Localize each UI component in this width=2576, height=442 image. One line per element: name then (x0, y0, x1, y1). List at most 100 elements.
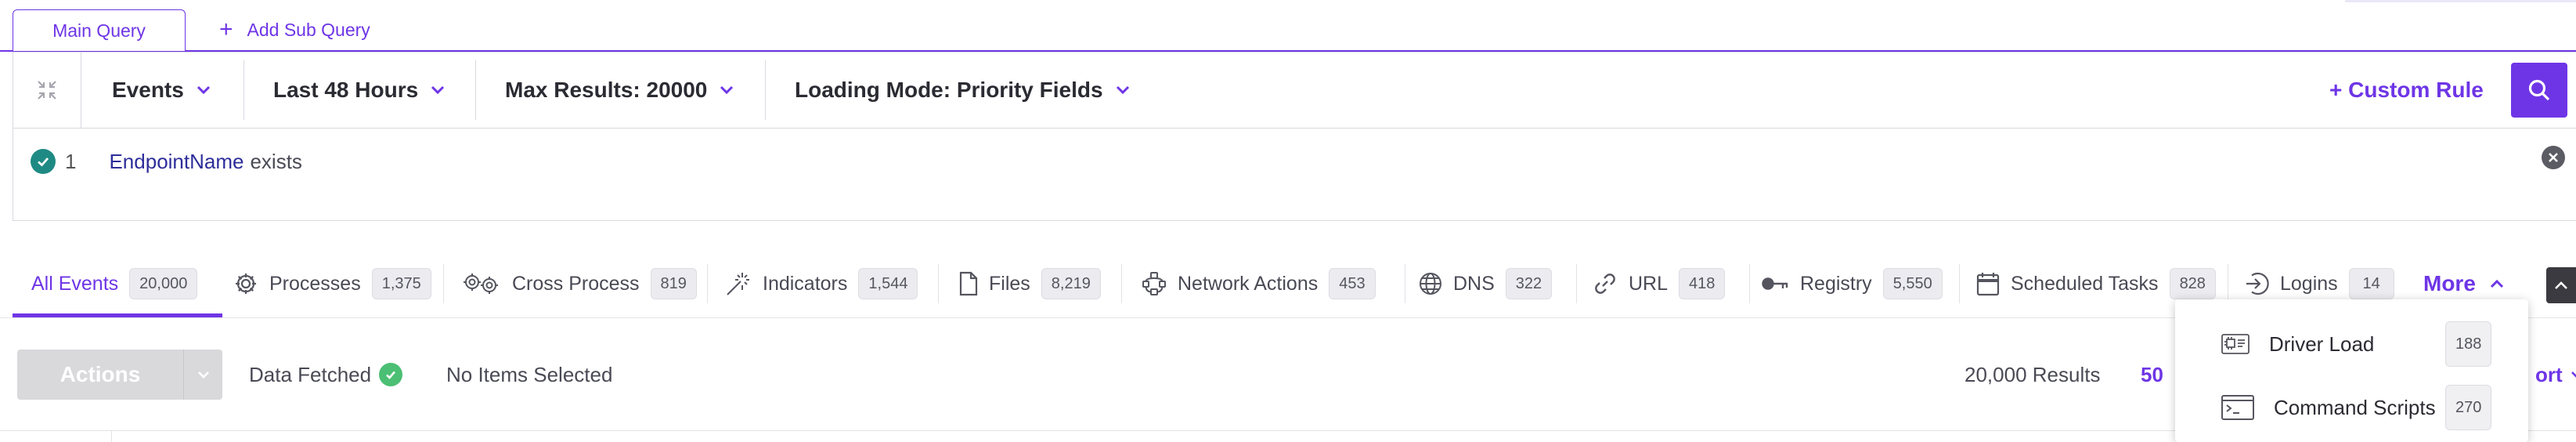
tab-label: Network Actions (1178, 272, 1319, 295)
login-icon (2244, 271, 2269, 296)
rule-enabled-check-icon[interactable] (31, 149, 56, 174)
count-badge: 322 (1505, 268, 1553, 299)
calendar-icon (1976, 271, 2000, 296)
table-column-divider (111, 430, 112, 442)
count-badge: 828 (2169, 268, 2216, 299)
tab-indicators[interactable]: Indicators 1,544 (725, 265, 918, 303)
tab-network-actions[interactable]: Network Actions 453 (1142, 265, 1376, 303)
driver-icon (2221, 332, 2250, 356)
rule-field: EndpointName (109, 149, 244, 173)
tab-all-events[interactable]: All Events 20,000 (31, 265, 198, 303)
time-range-value: Last 48 Hours (273, 78, 419, 102)
tab-main-query-label: Main Query (52, 20, 146, 41)
scroll-top-button[interactable] (2546, 267, 2576, 303)
tab-scheduled-tasks[interactable]: Scheduled Tasks 828 (1976, 265, 2216, 303)
gear-icon (233, 271, 258, 296)
loading-mode-value: Loading Mode: Priority Fields (795, 78, 1103, 102)
count-badge: 270 (2445, 385, 2492, 430)
export-button[interactable]: ort (2535, 359, 2576, 390)
close-icon (2547, 151, 2560, 164)
results-count: 20,000 Results (1964, 362, 2101, 386)
tab-label: Scheduled Tasks (2011, 272, 2159, 295)
tab-label: All Events (31, 272, 119, 295)
tab-divider (1576, 264, 1577, 303)
more-label: More (2423, 271, 2476, 295)
time-range-dropdown[interactable]: Last 48 Hours (273, 53, 445, 128)
tab-label: Cross Process (512, 272, 640, 295)
data-fetched-label: Data Fetched (249, 362, 372, 386)
tab-label: Logins (2280, 272, 2338, 295)
tab-divider (938, 264, 939, 303)
count-badge: 20,000 (129, 268, 198, 299)
data-fetched-status: Data Fetched (249, 359, 403, 390)
terminal-icon (2221, 394, 2255, 421)
tab-label: DNS (1453, 272, 1495, 295)
count-badge: 819 (650, 268, 697, 299)
tab-dns[interactable]: DNS 322 (1419, 265, 1553, 303)
query-rule[interactable]: 1 EndpointName exists (31, 145, 302, 178)
loading-mode-dropdown[interactable]: Loading Mode: Priority Fields (795, 53, 1130, 128)
count-badge: 1,544 (858, 268, 918, 299)
query-bar: Events Last 48 Hours Max Results: 20000 … (13, 53, 2576, 129)
globe-icon (1419, 272, 1442, 295)
chevron-down-icon (2571, 371, 2576, 379)
double-gear-icon (462, 271, 501, 296)
actions-label: Actions (60, 362, 141, 386)
chevron-down-icon (183, 350, 223, 400)
tab-logins[interactable]: Logins 14 (2244, 265, 2394, 303)
tab-registry[interactable]: Registry 5,550 (1761, 265, 1943, 303)
tab-cross-process[interactable]: Cross Process 819 (462, 265, 697, 303)
tab-files[interactable]: Files 8,219 (959, 265, 1101, 303)
count-badge: 14 (2348, 268, 2394, 299)
chevron-down-icon (1116, 85, 1130, 95)
tab-label: Files (989, 272, 1030, 295)
network-icon (1142, 271, 1167, 296)
tab-label: Indicators (763, 272, 848, 295)
tab-processes[interactable]: Processes 1,375 (233, 265, 431, 303)
chevron-down-icon (431, 85, 445, 95)
tab-divider (1749, 264, 1750, 303)
clear-query-button[interactable] (2542, 146, 2565, 169)
max-results-dropdown[interactable]: Max Results: 20000 (505, 53, 734, 128)
chevron-down-icon (197, 85, 211, 95)
max-results-value: Max Results: 20000 (505, 78, 708, 102)
tab-label: Registry (1800, 272, 1872, 295)
chevron-down-icon (720, 85, 734, 95)
collapse-icon (36, 79, 58, 101)
divider (765, 60, 766, 120)
more-tabs-button[interactable]: More (2423, 265, 2504, 303)
rule-index: 1 (65, 149, 77, 173)
menu-item-driver-load[interactable]: Driver Load 188 (2175, 317, 2528, 371)
spark-icon (725, 270, 752, 297)
menu-item-label: Driver Load (2269, 332, 2375, 356)
divider (475, 60, 476, 120)
tab-divider (443, 264, 444, 303)
tab-main-query[interactable]: Main Query (13, 9, 186, 51)
search-icon (2527, 78, 2551, 102)
custom-rule-button[interactable]: + Custom Rule (2329, 53, 2484, 128)
collapse-button[interactable] (13, 53, 81, 128)
count-badge: 453 (1329, 268, 1376, 299)
tab-url[interactable]: URL 418 (1593, 265, 1726, 303)
search-button[interactable] (2511, 63, 2567, 118)
count-badge: 418 (1679, 268, 1726, 299)
link-icon (1593, 271, 1618, 296)
event-type-dropdown[interactable]: Events (112, 53, 211, 128)
event-type-value: Events (112, 78, 184, 102)
count-badge: 1,375 (371, 268, 431, 299)
actions-button[interactable]: Actions (17, 350, 222, 400)
add-sub-query-button[interactable]: + Add Sub Query (219, 9, 370, 50)
check-icon (379, 363, 403, 386)
more-tabs-menu: Driver Load 188 Command Scripts 270 (2175, 299, 2528, 442)
count-badge: 8,219 (1041, 268, 1101, 299)
count-badge: 188 (2445, 321, 2492, 367)
key-icon (1761, 274, 1789, 293)
menu-item-command-scripts[interactable]: Command Scripts 270 (2175, 380, 2528, 435)
query-builder: Events Last 48 Hours Max Results: 20000 … (13, 52, 2576, 221)
tab-divider (1121, 264, 1122, 303)
tab-label: URL (1629, 272, 1669, 295)
selection-status: No Items Selected (446, 362, 613, 386)
per-page-dropdown[interactable]: 50 (2141, 359, 2163, 390)
rule-operator: exists (250, 149, 302, 173)
plus-icon: + (219, 16, 233, 42)
